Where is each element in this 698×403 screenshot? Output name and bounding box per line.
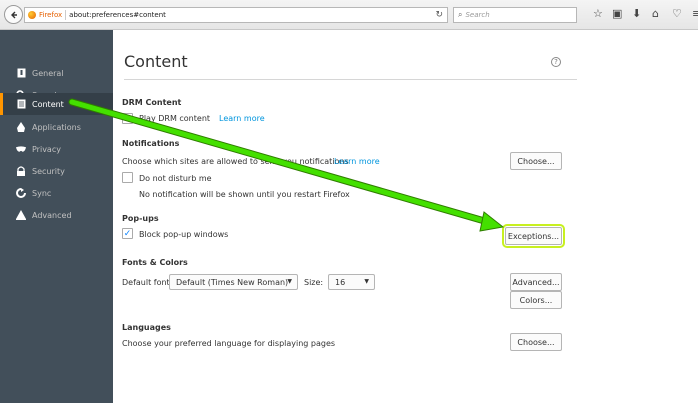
notifications-choose-button[interactable]: Choose... bbox=[510, 152, 562, 170]
privacy-icon bbox=[16, 144, 26, 154]
help-icon[interactable]: ? bbox=[551, 57, 561, 67]
back-arrow-icon bbox=[10, 11, 17, 18]
sidebar-item-label: Content bbox=[32, 99, 64, 109]
url-text: about:preferences#content bbox=[69, 11, 166, 19]
url-bar[interactable]: Firefox about:preferences#content ↻ bbox=[24, 7, 448, 23]
dnd-checkbox-label: Do not disturb me bbox=[139, 174, 212, 183]
popups-section-title: Pop-ups bbox=[122, 214, 159, 223]
default-font-value: Default (Times New Roman) bbox=[176, 277, 289, 287]
drm-learn-more-link[interactable]: Learn more bbox=[219, 114, 265, 123]
font-size-select[interactable]: 16 ▼ bbox=[328, 274, 375, 290]
drm-checkbox-label: Play DRM content bbox=[139, 114, 211, 123]
back-button[interactable] bbox=[4, 5, 23, 24]
sidebar-item-applications[interactable]: Applications bbox=[0, 116, 113, 138]
bookmark-star-icon[interactable]: ☆ bbox=[593, 8, 603, 20]
fonts-advanced-button[interactable]: Advanced... bbox=[510, 273, 562, 291]
firefox-icon bbox=[28, 11, 36, 19]
sidebar-item-sync[interactable]: Sync bbox=[0, 182, 113, 204]
block-popups-label: Block pop-up windows bbox=[139, 230, 229, 239]
checkmark-icon: ✓ bbox=[123, 113, 132, 124]
reload-icon[interactable]: ↻ bbox=[435, 10, 443, 20]
sidebar-item-security[interactable]: Security bbox=[0, 160, 113, 182]
sidebar-item-privacy[interactable]: Privacy bbox=[0, 138, 113, 160]
checkmark-icon: ✓ bbox=[123, 228, 132, 239]
home-icon[interactable]: ⌂ bbox=[652, 8, 659, 20]
default-font-select[interactable]: Default (Times New Roman) ▼ bbox=[169, 274, 298, 290]
sync-icon bbox=[16, 188, 26, 198]
dropdown-arrow-icon: ▼ bbox=[287, 278, 292, 285]
security-icon bbox=[16, 166, 26, 176]
drm-section-title: DRM Content bbox=[122, 98, 182, 107]
search-placeholder: Search bbox=[465, 11, 490, 19]
default-font-label: Default font: bbox=[122, 278, 173, 287]
popups-exceptions-button[interactable]: Exceptions... bbox=[502, 224, 565, 248]
sidebar-item-label: Security bbox=[32, 166, 65, 176]
pocket-icon[interactable]: ♡ bbox=[672, 8, 682, 20]
colors-button[interactable]: Colors... bbox=[510, 291, 562, 309]
sidebar-item-advanced[interactable]: Advanced bbox=[0, 204, 113, 226]
drm-checkbox[interactable]: ✓ bbox=[122, 113, 133, 124]
advanced-icon bbox=[16, 210, 26, 220]
browser-toolbar: Firefox about:preferences#content ↻ ⌕ Se… bbox=[0, 0, 698, 30]
downloads-icon[interactable]: ⬇ bbox=[632, 8, 641, 20]
preferences-sidebar: General Search Content Applications Priv… bbox=[0, 30, 113, 403]
sidebar-item-label: Privacy bbox=[32, 144, 61, 154]
sidebar-item-content[interactable]: Content bbox=[0, 93, 113, 115]
identity-label: Firefox bbox=[39, 11, 63, 19]
notifications-learn-more-link[interactable]: Learn more bbox=[334, 157, 380, 166]
search-magnifier-icon: ⌕ bbox=[458, 10, 463, 19]
preferences-content: Content ? DRM Content ✓ Play DRM content… bbox=[113, 30, 698, 403]
content-icon bbox=[16, 99, 26, 109]
sidebar-item-label: Advanced bbox=[32, 210, 72, 220]
page-title: Content bbox=[124, 52, 188, 71]
bookmarks-library-icon[interactable]: ▣ bbox=[612, 8, 622, 20]
notifications-description: Choose which sites are allowed to send y… bbox=[122, 157, 349, 166]
dnd-note: No notification will be shown until you … bbox=[139, 190, 350, 199]
notifications-section-title: Notifications bbox=[122, 139, 180, 148]
url-separator bbox=[65, 10, 67, 20]
sidebar-item-label: Sync bbox=[32, 188, 52, 198]
menu-icon[interactable]: ≡ bbox=[692, 8, 698, 20]
languages-section-title: Languages bbox=[122, 323, 171, 332]
sidebar-item-general[interactable]: General bbox=[0, 62, 113, 84]
font-size-value: 16 bbox=[335, 277, 346, 287]
sidebar-item-label: Applications bbox=[32, 122, 81, 132]
dropdown-arrow-icon: ▼ bbox=[364, 278, 369, 285]
font-size-label: Size: bbox=[304, 278, 324, 287]
title-divider bbox=[124, 79, 577, 80]
search-bar[interactable]: ⌕ Search bbox=[453, 7, 577, 23]
sidebar-item-label: General bbox=[32, 68, 64, 78]
block-popups-checkbox[interactable]: ✓ bbox=[122, 228, 133, 239]
languages-choose-button[interactable]: Choose... bbox=[510, 333, 562, 351]
dnd-checkbox[interactable] bbox=[122, 172, 133, 183]
general-icon bbox=[16, 68, 26, 78]
applications-icon bbox=[16, 122, 26, 132]
languages-description: Choose your preferred language for displ… bbox=[122, 339, 336, 348]
fonts-section-title: Fonts & Colors bbox=[122, 258, 188, 267]
